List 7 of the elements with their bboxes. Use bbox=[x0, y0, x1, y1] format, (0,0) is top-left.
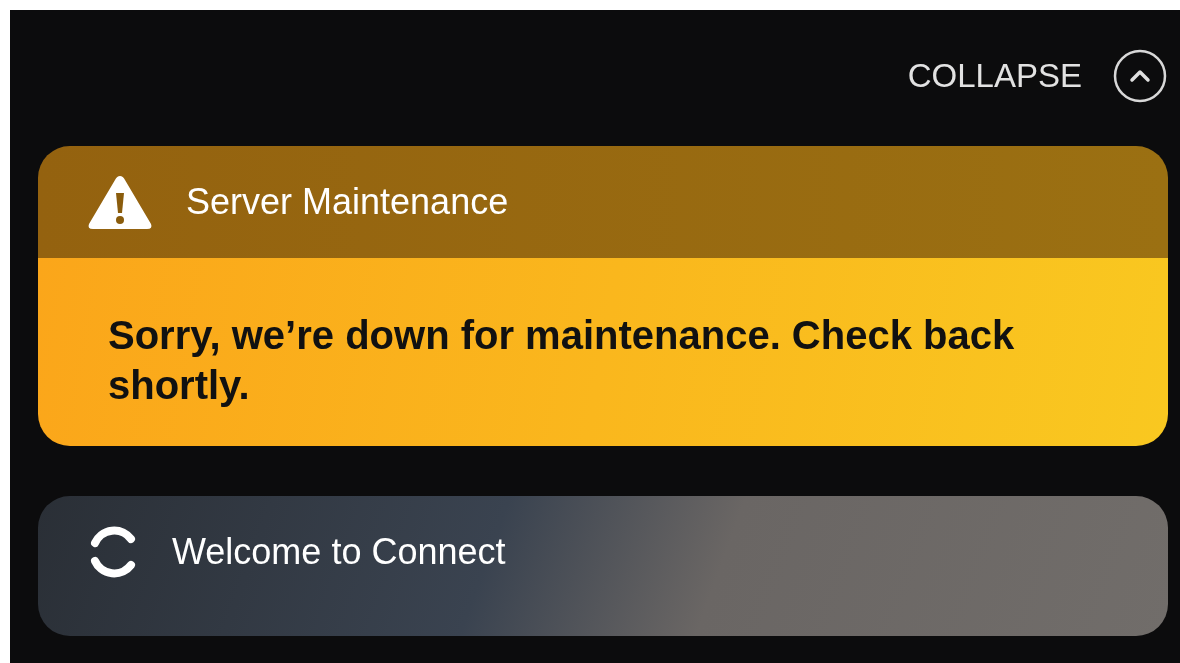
notification-title: Welcome to Connect bbox=[172, 531, 506, 573]
notification-message: Sorry, we’re down for maintenance. Check back shortly. bbox=[108, 312, 1016, 409]
warning-icon bbox=[86, 173, 154, 231]
notification-card[interactable]: Welcome to Connect bbox=[38, 496, 1168, 636]
collapse-button[interactable]: COLLAPSE bbox=[907, 48, 1168, 104]
notification-title: Server Maintenance bbox=[186, 181, 509, 223]
chevron-up-icon bbox=[1112, 48, 1168, 104]
